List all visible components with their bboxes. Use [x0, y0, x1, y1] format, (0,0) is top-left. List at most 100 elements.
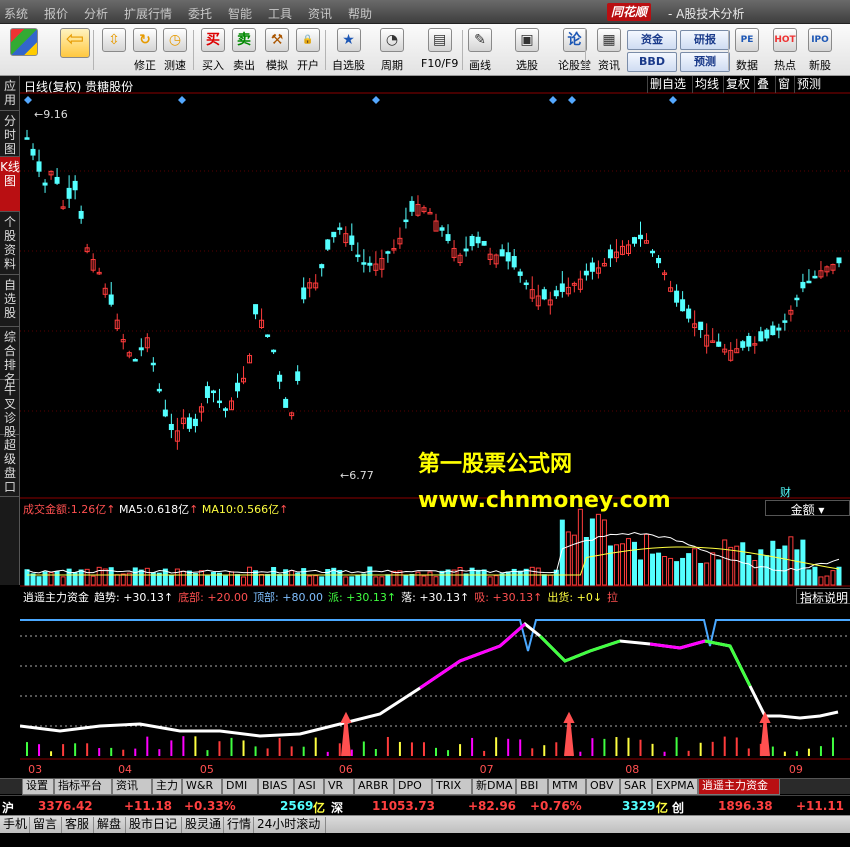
toolbar-button-2[interactable]: 买买入	[201, 28, 225, 73]
sidebar-tab-1[interactable]: 分时图	[0, 111, 20, 157]
chart-button-1[interactable]: 均线	[692, 76, 721, 93]
tab-8[interactable]: VR	[324, 779, 354, 795]
chart-button-0[interactable]: 删自选	[647, 76, 688, 93]
tab-17[interactable]: EXPMA	[652, 779, 698, 795]
volume-bar-133	[824, 575, 830, 586]
menu-item-2[interactable]: 分析	[84, 5, 108, 22]
chart-button-5[interactable]: 预测	[794, 76, 823, 93]
status-item-2[interactable]: 客服	[62, 817, 94, 833]
toolbar-button-1[interactable]: ◷ 测速	[163, 28, 187, 73]
toolbar-box-3[interactable]: 预测	[680, 52, 730, 72]
lock-icon: 🔒	[296, 28, 320, 52]
chart-button-4[interactable]: 窗	[775, 76, 792, 93]
kline-chart[interactable]: ←9.16 ←6.77 03 04 05 06 07 08 09	[20, 76, 850, 776]
tab-2[interactable]: 资讯	[112, 779, 152, 795]
tab-15[interactable]: OBV	[586, 779, 620, 795]
indicator-field-1: 趋势: +30.13↑	[94, 591, 174, 604]
volume-bar-66	[421, 575, 427, 586]
toolbar-box-0[interactable]: 资金	[627, 30, 677, 50]
up-down-button[interactable]: ⇳	[102, 28, 126, 52]
toolbar-button-11[interactable]: 论论股堂	[558, 28, 591, 73]
toolbar-label-6: 自选股	[332, 59, 365, 72]
tab-14[interactable]: MTM	[548, 779, 586, 795]
toolbar-button-6[interactable]: ★ 自选股	[332, 28, 365, 73]
chart-button-3[interactable]: 叠	[754, 76, 771, 93]
toolbar-button-3[interactable]: 卖卖出	[232, 28, 256, 73]
sidebar-tab-2[interactable]: K线图	[0, 157, 20, 212]
menu-item-0[interactable]: 系统	[4, 5, 28, 22]
tab-11[interactable]: TRIX	[432, 779, 472, 795]
menu-item-1[interactable]: 报价	[44, 5, 68, 22]
tab-3[interactable]: 主力	[152, 779, 182, 795]
sidebar-tab-3[interactable]: 个股资料	[0, 212, 20, 275]
candle-body-64	[409, 200, 415, 212]
toolbar-button-15[interactable]: IPO 新股	[808, 28, 832, 73]
menu-item-5[interactable]: 智能	[228, 5, 252, 22]
tab-1[interactable]: 指标平台	[54, 779, 112, 795]
info-diamond-4	[568, 96, 576, 104]
toolbar-label-0: 修正	[134, 59, 156, 72]
indicator-help-button[interactable]: 指标说明	[796, 588, 850, 605]
tab-10[interactable]: DPO	[394, 779, 432, 795]
tab-13[interactable]: BBI	[516, 779, 548, 795]
toolbar-button-5[interactable]: 🔒 开户	[296, 28, 320, 73]
menu-item-8[interactable]: 帮助	[348, 5, 372, 22]
tab-7[interactable]: ASI	[294, 779, 324, 795]
indicator-field-8: 拉	[607, 591, 619, 604]
volume-value: 1.26亿	[70, 503, 107, 516]
sidebar-tab-6[interactable]: 牛叉诊股	[0, 380, 20, 439]
status-item-1[interactable]: 留言	[30, 817, 62, 833]
menu-item-7[interactable]: 资讯	[308, 5, 332, 22]
toolbar-button-10[interactable]: ▣ 选股	[515, 28, 539, 73]
sh-amount: 2569	[280, 799, 314, 813]
volume-bar-20	[144, 567, 150, 586]
candle-body-69	[439, 227, 445, 231]
sidebar-tab-4[interactable]: 自选股	[0, 275, 20, 327]
candle-body-42	[277, 374, 283, 382]
layout-button[interactable]	[10, 28, 38, 56]
toolbar-button-7[interactable]: ◔ 周期	[380, 28, 404, 73]
status-item-4[interactable]: 股市日记	[126, 817, 182, 833]
toolbar-box-2[interactable]: BBD	[627, 52, 677, 72]
status-item-5[interactable]: 股灵通	[182, 817, 224, 833]
sidebar-tab-7[interactable]: 超级盘口	[0, 435, 20, 497]
candle-body-128	[794, 297, 800, 301]
tab-5[interactable]: DMI	[222, 779, 258, 795]
status-item-7[interactable]: 24小时滚动	[254, 817, 326, 833]
toolbar-button-9[interactable]: ✎ 画线	[468, 28, 492, 73]
status-item-0[interactable]: 手机	[0, 817, 30, 833]
volume-bar-26	[180, 570, 186, 586]
sidebar-tab-0[interactable]: 应用	[0, 76, 20, 111]
tab-12[interactable]: 新DMA	[472, 779, 516, 795]
volume-bar-131	[812, 566, 818, 586]
status-item-3[interactable]: 解盘	[94, 817, 126, 833]
back-button[interactable]: ⇦	[60, 28, 90, 58]
volume-bar-82	[517, 570, 523, 586]
tab-18[interactable]: 逍遥主力资金	[698, 779, 780, 795]
chart-button-2[interactable]: 复权	[723, 76, 752, 93]
toolbar-button-13[interactable]: PE 数据	[735, 28, 759, 73]
toolbar-button-0[interactable]: ↻ 修正	[133, 28, 157, 73]
tab-4[interactable]: W&R	[182, 779, 222, 795]
toolbar-button-14[interactable]: HOT 热点	[773, 28, 797, 73]
tab-16[interactable]: SAR	[620, 779, 652, 795]
menu-item-6[interactable]: 工具	[268, 5, 292, 22]
tab-0[interactable]: 设置	[22, 779, 54, 795]
sidebar-tab-5[interactable]: 综合排名	[0, 327, 20, 386]
menu-item-4[interactable]: 委托	[188, 5, 212, 22]
x-axis-label-0: 03	[28, 763, 42, 776]
finance-marker[interactable]: 财	[780, 484, 791, 500]
volume-bar-47	[307, 575, 313, 586]
tab-6[interactable]: BIAS	[258, 779, 294, 795]
volume-dropdown[interactable]: 金额 ▾	[765, 500, 850, 517]
info-diamond-5	[669, 96, 677, 104]
indicator-field-6: 吸: +30.13↑	[474, 591, 543, 604]
toolbar-box-1[interactable]: 研报	[680, 30, 730, 50]
tab-9[interactable]: ARBR	[354, 779, 394, 795]
f10-button[interactable]: ▤ F10/F9	[421, 28, 458, 70]
toolbar-button-4[interactable]: ⚒ 模拟	[265, 28, 289, 73]
volume-bar-117	[728, 546, 734, 586]
toolbar-button-12[interactable]: ▦ 资讯	[597, 28, 621, 73]
status-item-6[interactable]: 行情	[224, 817, 254, 833]
menu-item-3[interactable]: 扩展行情	[124, 5, 172, 22]
